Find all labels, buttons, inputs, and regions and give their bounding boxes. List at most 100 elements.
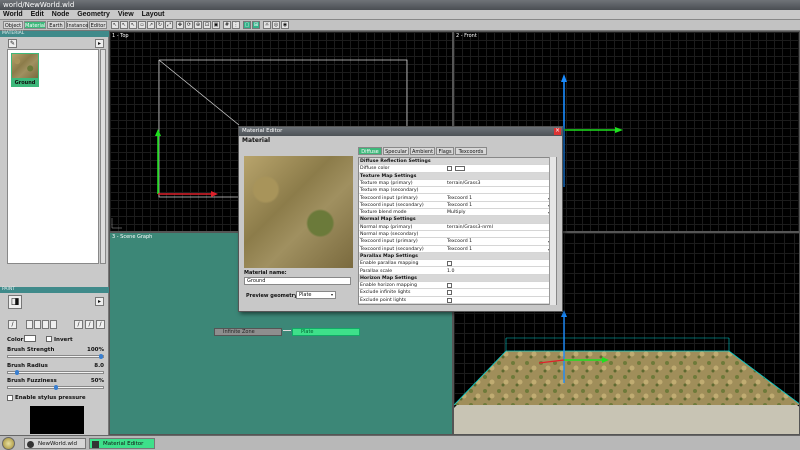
property-checkbox[interactable] [447, 283, 452, 289]
material-editor-header: Material [242, 137, 271, 144]
zoom-box-icon[interactable]: ⊡ [203, 21, 211, 29]
property-row[interactable]: Normal map (primary) terrain/Grass3-nrml [359, 223, 556, 231]
paint-tool-c-icon[interactable]: ∕ [96, 320, 105, 329]
brush-radius-knob[interactable] [15, 370, 20, 375]
property-value[interactable]: Multiply [447, 209, 466, 216]
tab-earth[interactable]: Earth [47, 21, 65, 29]
move-view-icon[interactable]: ✥ [176, 21, 184, 29]
invert-checkbox[interactable] [46, 336, 52, 342]
start-logo-icon[interactable] [2, 437, 15, 450]
brush-size-small-icon[interactable] [26, 320, 33, 329]
paint-brush-icon[interactable]: ∕ [8, 320, 17, 329]
menu-layout[interactable]: Layout [139, 11, 168, 18]
new-material-icon[interactable]: ✎ [8, 39, 17, 48]
menu-view[interactable]: View [115, 11, 137, 18]
property-row[interactable]: Texcoord input (primary)Texcoord 1▾ [359, 238, 550, 246]
tab-diffuse[interactable]: Diffuse [358, 147, 382, 155]
property-row[interactable]: Parallax scale 1.0 [359, 268, 549, 275]
property-checkbox[interactable] [447, 290, 452, 296]
frame-icon[interactable]: ▣ [212, 21, 220, 29]
snap-toggle-icon[interactable]: ⋮ [232, 21, 240, 29]
tab-texcoords[interactable]: Texcoords [455, 147, 487, 155]
move-tool-icon[interactable]: ↗ [147, 21, 155, 29]
property-row[interactable]: Texcoord input (secondary)Texcoord 1▾ [359, 246, 550, 253]
brush-fuzziness-slider[interactable] [7, 385, 104, 390]
menu-edit[interactable]: Edit [28, 11, 47, 18]
rotate-tool-icon[interactable]: ↻ [156, 21, 164, 29]
property-checkbox[interactable] [447, 297, 452, 303]
layout-single-icon[interactable]: ▢ [243, 21, 251, 29]
tab-specular[interactable]: Specular [383, 147, 409, 155]
property-row[interactable]: Texcoord input (primary)Texcoord 1▾ [359, 195, 550, 202]
property-value[interactable]: Texcoord 1 [447, 202, 472, 209]
scene-node-plate[interactable]: Plate [292, 328, 360, 336]
property-value[interactable]: terrain/Grass3 [447, 180, 481, 187]
layout-quad-icon[interactable]: ⊞ [252, 21, 260, 29]
property-value[interactable]: 1.0 [447, 268, 454, 275]
color-swatch[interactable] [24, 335, 36, 342]
task-material-editor[interactable]: Material Editor [89, 438, 155, 449]
menu-world[interactable]: World [0, 11, 26, 18]
tab-object[interactable]: Object [3, 21, 23, 29]
select-plus-icon[interactable]: ↖ [120, 21, 128, 29]
material-item-ground[interactable]: Ground [11, 53, 39, 87]
brush-strength-slider[interactable] [7, 354, 104, 359]
scale-tool-icon[interactable]: ⤢ [165, 21, 173, 29]
paint-tool-b-icon[interactable]: ∕ [85, 320, 94, 329]
grid-toggle-icon[interactable]: # [223, 21, 231, 29]
close-icon[interactable]: × [554, 128, 561, 135]
property-list-scrollbar[interactable] [549, 157, 556, 305]
material-list-scrollbar[interactable] [100, 49, 106, 264]
tab-instance[interactable]: Instance [66, 21, 88, 29]
property-row[interactable]: Texture blend modeMultiply▾ [359, 209, 550, 217]
paint-cube-icon[interactable]: ◨ [8, 295, 22, 309]
property-row[interactable]: Enable horizon mapping [359, 282, 549, 290]
property-row[interactable]: Enable parallax mapping [359, 260, 549, 268]
paint-tool-a-icon[interactable]: ∕ [74, 320, 83, 329]
tab-editor[interactable]: Editor [89, 21, 107, 29]
light-icon[interactable]: ☼ [263, 21, 271, 29]
property-row[interactable]: Texture map (primary) terrain/Grass3 [359, 179, 556, 188]
brush-radius-slider[interactable] [7, 370, 104, 375]
task-newworld[interactable]: NewWorld.wld [24, 438, 86, 449]
brush-size-large-icon[interactable] [42, 320, 49, 329]
tab-ambient[interactable]: Ambient [410, 147, 435, 155]
select-arrow-icon[interactable]: ↖ [111, 21, 119, 29]
render-icon[interactable]: ◎ [272, 21, 280, 29]
brush-fuzziness-value: 50% [90, 378, 104, 384]
brush-size-medium-icon[interactable] [34, 320, 41, 329]
property-value[interactable]: Texcoord 1 [447, 238, 472, 245]
color-picker-icon[interactable] [447, 166, 452, 172]
scene-node-infinite-zone[interactable]: Infinite Zone [214, 328, 282, 336]
menu-geometry[interactable]: Geometry [74, 11, 113, 18]
preview-geometry-select[interactable]: Plate ▾ [296, 291, 336, 299]
material-menu-icon[interactable]: ▸ [95, 39, 104, 48]
property-checkbox[interactable] [447, 261, 452, 267]
diffuse-color-swatch[interactable] [455, 166, 465, 172]
select-box-icon[interactable]: ▫ [138, 21, 146, 29]
camera-icon[interactable]: ◉ [281, 21, 289, 29]
brush-strength-knob[interactable] [99, 354, 103, 359]
property-row[interactable]: Normal map (secondary) [359, 231, 556, 239]
property-value[interactable]: Texcoord 1 [447, 246, 472, 253]
brush-fuzziness-knob[interactable] [53, 385, 58, 390]
property-row[interactable]: Exclude point lights [359, 297, 549, 304]
material-editor-title[interactable]: Material Editor [239, 127, 562, 136]
property-value[interactable]: terrain/Grass3-nrml [447, 224, 493, 231]
property-row[interactable]: Exclude infinite lights [359, 289, 549, 297]
property-value[interactable]: Texcoord 1 [447, 195, 472, 202]
paint-menu-icon[interactable]: ▸ [95, 297, 104, 306]
property-row[interactable]: Diffuse color [359, 165, 549, 173]
zoom-view-icon[interactable]: ⊕ [194, 21, 202, 29]
brush-size-xlarge-icon[interactable] [50, 320, 57, 329]
property-label: Texture blend mode [360, 210, 407, 216]
property-row[interactable]: Texcoord input (secondary)Texcoord 1▾ [359, 202, 550, 210]
tab-material[interactable]: Material [24, 21, 46, 29]
stylus-pressure-checkbox[interactable] [7, 395, 13, 401]
menu-node[interactable]: Node [49, 11, 73, 18]
tab-flags[interactable]: Flags [436, 147, 454, 155]
material-name-field[interactable]: Ground [244, 277, 351, 285]
rotate-view-icon[interactable]: ⟳ [185, 21, 193, 29]
property-row[interactable]: Texture map (secondary) [359, 187, 556, 195]
select-node-icon[interactable]: ↖ [129, 21, 137, 29]
